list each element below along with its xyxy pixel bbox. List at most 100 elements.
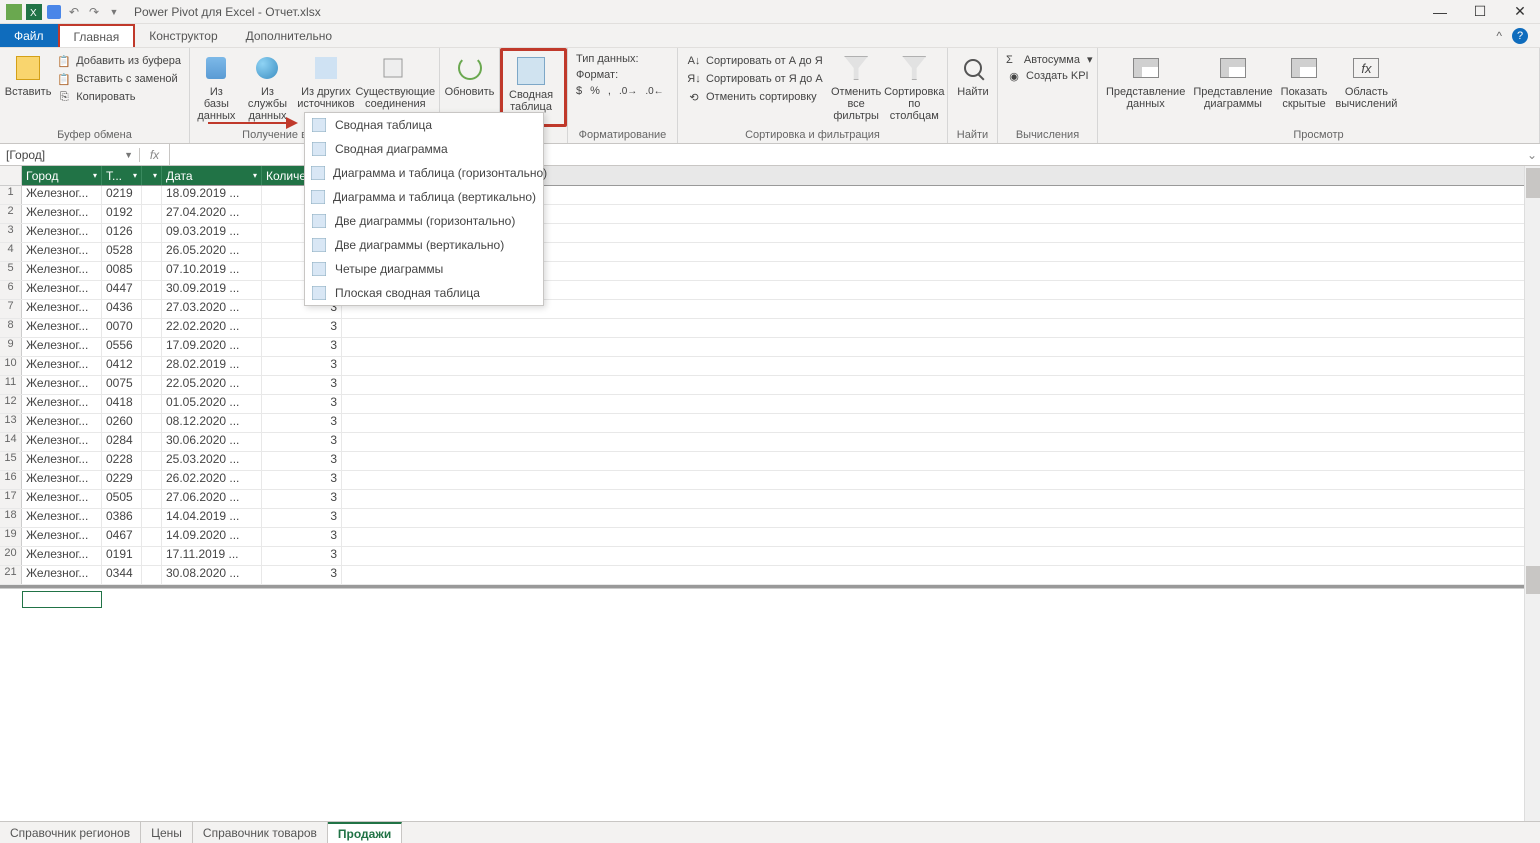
cell[interactable]: Железног... [22, 243, 102, 261]
cell[interactable]: 3 [262, 433, 342, 451]
cell[interactable]: 07.10.2019 ... [162, 262, 262, 280]
cell[interactable]: Железног... [22, 566, 102, 584]
pivot-menu-item-1[interactable]: Сводная диаграмма [305, 137, 543, 161]
cell[interactable]: Железног... [22, 186, 102, 204]
row-number[interactable]: 10 [0, 357, 22, 375]
cell[interactable]: Железног... [22, 471, 102, 489]
column-header-1[interactable]: Т...▾ [102, 166, 142, 185]
cell[interactable]: Железног... [22, 528, 102, 546]
table-row[interactable]: 13Железног...026008.12.2020 ...3 [0, 414, 1540, 433]
pivot-menu-item-4[interactable]: Две диаграммы (горизонтально) [305, 209, 543, 233]
cell[interactable]: 3 [262, 452, 342, 470]
datatype-row[interactable]: Тип данных: [572, 52, 643, 66]
sheet-tab-prices[interactable]: Цены [141, 822, 193, 843]
cell[interactable]: 0505 [102, 490, 142, 508]
selected-measure-cell[interactable] [22, 591, 102, 608]
cell[interactable] [142, 433, 162, 451]
cell[interactable]: 0467 [102, 528, 142, 546]
cell[interactable]: 09.03.2019 ... [162, 224, 262, 242]
copy-button[interactable]: ⎘Копировать [52, 88, 185, 106]
cell[interactable]: 22.02.2020 ... [162, 319, 262, 337]
cell[interactable]: 30.08.2020 ... [162, 566, 262, 584]
vertical-scrollbar[interactable] [1524, 166, 1540, 821]
cell[interactable] [142, 395, 162, 413]
table-row[interactable]: 6Железног...044730.09.2019 ... [0, 281, 1540, 300]
cell[interactable]: 08.12.2020 ... [162, 414, 262, 432]
show-hidden-button[interactable]: Показать скрытые [1277, 50, 1332, 112]
cell[interactable]: Железног... [22, 376, 102, 394]
row-number[interactable]: 20 [0, 547, 22, 565]
cell[interactable]: 0126 [102, 224, 142, 242]
decrease-decimal-button[interactable]: .0← [645, 86, 663, 97]
cell[interactable]: 3 [262, 471, 342, 489]
minimize-button[interactable]: — [1420, 0, 1460, 24]
row-number[interactable]: 13 [0, 414, 22, 432]
cell[interactable]: Железног... [22, 395, 102, 413]
cell[interactable]: Железног... [22, 433, 102, 451]
cell[interactable] [142, 319, 162, 337]
cell[interactable]: 0085 [102, 262, 142, 280]
cell[interactable]: Железног... [22, 281, 102, 299]
percent-button[interactable]: % [590, 85, 600, 97]
cell[interactable]: 0070 [102, 319, 142, 337]
cell[interactable]: Железног... [22, 452, 102, 470]
cell[interactable]: 3 [262, 566, 342, 584]
filter-dropdown-icon[interactable]: ▾ [93, 171, 97, 180]
cell[interactable]: 0418 [102, 395, 142, 413]
row-number[interactable]: 9 [0, 338, 22, 356]
table-row[interactable]: 20Железног...019117.11.2019 ...3 [0, 547, 1540, 566]
cell[interactable]: 18.09.2019 ... [162, 186, 262, 204]
sheet-tab-sales[interactable]: Продажи [328, 822, 402, 843]
cell[interactable] [142, 414, 162, 432]
cell[interactable]: 0528 [102, 243, 142, 261]
cell[interactable]: 28.02.2019 ... [162, 357, 262, 375]
table-row[interactable]: 7Железног...043627.03.2020 ...3 [0, 300, 1540, 319]
cell[interactable]: 3 [262, 414, 342, 432]
cell[interactable] [142, 490, 162, 508]
from-other-button[interactable]: Из других источников [296, 50, 355, 112]
sort-za-button[interactable]: Я↓Сортировать от Я до А [682, 70, 827, 88]
table-row[interactable]: 2Железног...019227.04.2020 ... [0, 205, 1540, 224]
cell[interactable]: 0284 [102, 433, 142, 451]
cell[interactable]: 3 [262, 338, 342, 356]
cell[interactable]: 3 [262, 395, 342, 413]
cell[interactable]: 3 [262, 319, 342, 337]
row-number[interactable]: 1 [0, 186, 22, 204]
table-row[interactable]: 18Железног...038614.04.2019 ...3 [0, 509, 1540, 528]
find-button[interactable]: Найти [952, 50, 994, 100]
cell[interactable] [142, 528, 162, 546]
fx-label[interactable]: fx [140, 144, 170, 165]
cell[interactable] [142, 357, 162, 375]
table-row[interactable]: 5Железног...008507.10.2019 ... [0, 262, 1540, 281]
cell[interactable] [142, 547, 162, 565]
row-number[interactable]: 12 [0, 395, 22, 413]
cell[interactable]: 0219 [102, 186, 142, 204]
cell[interactable] [142, 186, 162, 204]
cell[interactable]: 3 [262, 376, 342, 394]
tab-advanced[interactable]: Дополнительно [232, 24, 346, 47]
table-row[interactable]: 16Железног...022926.02.2020 ...3 [0, 471, 1540, 490]
row-number[interactable]: 14 [0, 433, 22, 451]
cell[interactable] [142, 338, 162, 356]
row-number[interactable]: 21 [0, 566, 22, 584]
cell[interactable]: 0344 [102, 566, 142, 584]
cell[interactable]: Железног... [22, 338, 102, 356]
tab-home[interactable]: Главная [58, 24, 136, 47]
table-row[interactable]: 15Железног...022825.03.2020 ...3 [0, 452, 1540, 471]
cell[interactable]: 17.09.2020 ... [162, 338, 262, 356]
scroll-thumb-lower[interactable] [1526, 566, 1540, 594]
cell[interactable]: 0436 [102, 300, 142, 318]
row-number[interactable]: 6 [0, 281, 22, 299]
save-icon[interactable] [46, 4, 62, 20]
table-row[interactable]: 11Железног...007522.05.2020 ...3 [0, 376, 1540, 395]
namebox-dropdown-icon[interactable]: ▼ [124, 150, 133, 160]
cell[interactable]: 01.05.2020 ... [162, 395, 262, 413]
cell[interactable] [142, 300, 162, 318]
cell[interactable]: 3 [262, 528, 342, 546]
filter-dropdown-icon[interactable]: ▾ [253, 171, 257, 180]
paste-replace-button[interactable]: 📋Вставить с заменой [52, 70, 185, 88]
cell[interactable]: 0386 [102, 509, 142, 527]
cell[interactable]: 30.06.2020 ... [162, 433, 262, 451]
cell[interactable]: 25.03.2020 ... [162, 452, 262, 470]
table-row[interactable]: 17Железног...050527.06.2020 ...3 [0, 490, 1540, 509]
